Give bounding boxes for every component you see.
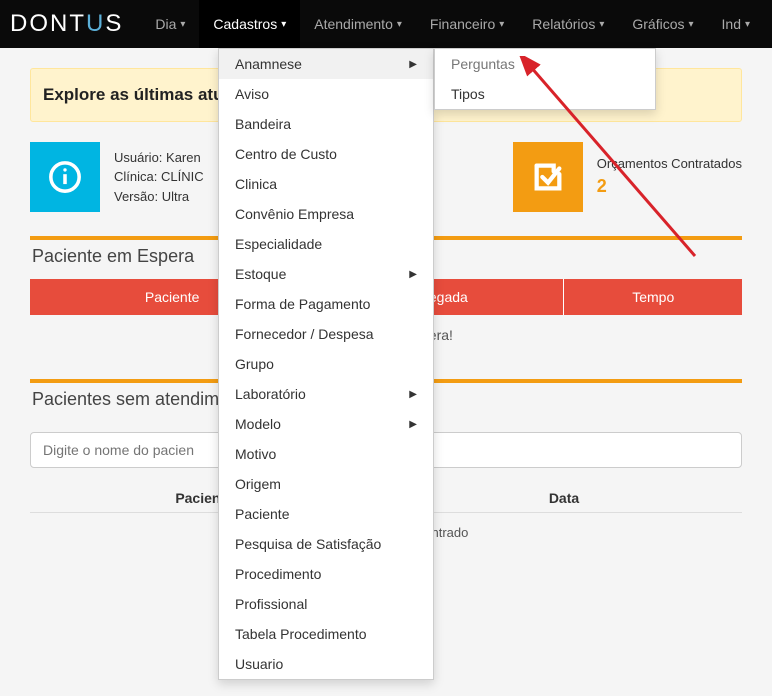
caret-down-icon: ▾ <box>180 19 185 30</box>
dropdown-item-label: Procedimento <box>235 566 321 582</box>
chevron-right-icon: ▶ <box>409 59 417 70</box>
dropdown-item-label: Pesquisa de Satisfação <box>235 536 381 552</box>
dropdown-item-label: Usuario <box>235 656 283 672</box>
orcamentos-card: Orçamentos Contratados 2 <box>513 142 742 212</box>
dropdown-item-label: Convênio Empresa <box>235 206 354 222</box>
nav-label: Cadastros <box>213 16 277 32</box>
dropdown-item-label: Modelo <box>235 416 281 432</box>
info-card-text: Usuário: Karen Clínica: CLÍNIC Versão: U… <box>114 148 204 207</box>
dropdown-item-paciente[interactable]: Paciente <box>219 499 433 529</box>
dropdown-cadastros[interactable]: Anamnese ▶ Aviso Bandeira Centro de Custo Cli… <box>218 48 434 680</box>
dropdown-item-label: Centro de Custo <box>235 146 337 162</box>
dropdown-item-profissional[interactable]: Profissional <box>219 589 433 619</box>
dropdown-item-label: Fornecedor / Despesa <box>235 326 374 342</box>
dropdown-item-laborat-rio[interactable]: Laboratório ▶ <box>219 379 433 409</box>
nav-item-ind[interactable]: Ind ▾ <box>708 0 765 48</box>
dropdown-item-label: Grupo <box>235 356 274 372</box>
dropdown-item-label: Forma de Pagamento <box>235 296 370 312</box>
dropdown-item-conv-nio-empresa[interactable]: Convênio Empresa <box>219 199 433 229</box>
nav-label: Atendimento <box>314 16 393 32</box>
caret-down-icon: ▾ <box>281 19 286 30</box>
dropdown-item-especialidade[interactable]: Especialidade <box>219 229 433 259</box>
chevron-right-icon: ▶ <box>409 389 417 400</box>
dropdown-item-tabela-procedimento[interactable]: Tabela Procedimento <box>219 619 433 649</box>
col-data: Data <box>386 490 742 506</box>
orcamentos-title: Orçamentos Contratados <box>597 154 742 174</box>
dropdown-item-fornecedor-despesa[interactable]: Fornecedor / Despesa <box>219 319 433 349</box>
nav-item-cadastros[interactable]: Cadastros ▾ <box>199 0 300 48</box>
info-user: Usuário: Karen <box>114 148 204 168</box>
dropdown-item-label: Bandeira <box>235 116 291 132</box>
chevron-right-icon: ▶ <box>409 269 417 280</box>
dropdown-item-procedimento[interactable]: Procedimento <box>219 559 433 589</box>
dropdown-item-origem[interactable]: Origem <box>219 469 433 499</box>
dropdown-item-bandeira[interactable]: Bandeira <box>219 109 433 139</box>
dropdown-item-label: Aviso <box>235 86 269 102</box>
dropdown-item-pesquisa-de-satisfa-o[interactable]: Pesquisa de Satisfação <box>219 529 433 559</box>
dropdown-item-forma-de-pagamento[interactable]: Forma de Pagamento <box>219 289 433 319</box>
nav-label: Ind <box>722 16 741 32</box>
chevron-right-icon: ▶ <box>409 419 417 430</box>
caret-down-icon: ▾ <box>397 19 402 30</box>
dropdown-item-label: Motivo <box>235 446 276 462</box>
info-card: Usuário: Karen Clínica: CLÍNIC Versão: U… <box>30 142 204 212</box>
dropdown-item-usuario[interactable]: Usuario <box>219 649 433 679</box>
dropdown-item-estoque[interactable]: Estoque ▶ <box>219 259 433 289</box>
info-icon <box>30 142 100 212</box>
dropdown-item-label: Tabela Procedimento <box>235 626 367 642</box>
nav-item-atendimento[interactable]: Atendimento ▾ <box>300 0 416 48</box>
brand-part2: S <box>105 10 123 37</box>
nav-item-gráficos[interactable]: Gráficos ▾ <box>618 0 707 48</box>
dropdown-item-clinica[interactable]: Clinica <box>219 169 433 199</box>
check-icon <box>513 142 583 212</box>
submenu-item-tipos[interactable]: Tipos <box>435 79 655 109</box>
info-clinic: Clínica: CLÍNIC <box>114 167 204 187</box>
orcamentos-text: Orçamentos Contratados 2 <box>597 154 742 201</box>
top-nav: DONTUS Dia▾Cadastros▾Atendimento▾Finance… <box>0 0 772 48</box>
caret-down-icon: ▾ <box>688 19 693 30</box>
dropdown-item-anamnese[interactable]: Anamnese ▶ <box>219 49 433 79</box>
submenu-anamnese[interactable]: PerguntasTipos <box>434 48 656 110</box>
dropdown-item-label: Profissional <box>235 596 307 612</box>
dropdown-item-label: Clinica <box>235 176 277 192</box>
brand-part1: DONT <box>10 10 86 37</box>
nav-item-dia[interactable]: Dia ▾ <box>141 0 199 48</box>
dropdown-item-label: Estoque <box>235 266 286 282</box>
orcamentos-value: 2 <box>597 173 742 200</box>
brand-logo: DONTUS <box>0 10 141 38</box>
dropdown-item-modelo[interactable]: Modelo ▶ <box>219 409 433 439</box>
col-tempo: Tempo <box>564 279 742 315</box>
dropdown-item-aviso[interactable]: Aviso <box>219 79 433 109</box>
dropdown-item-label: Anamnese <box>235 56 302 72</box>
dropdown-item-motivo[interactable]: Motivo <box>219 439 433 469</box>
caret-down-icon: ▾ <box>499 19 504 30</box>
nav-items: Dia▾Cadastros▾Atendimento▾Financeiro▾Rel… <box>141 0 764 48</box>
dropdown-item-grupo[interactable]: Grupo <box>219 349 433 379</box>
nav-label: Financeiro <box>430 16 495 32</box>
nav-item-financeiro[interactable]: Financeiro ▾ <box>416 0 518 48</box>
dropdown-item-label: Origem <box>235 476 281 492</box>
dropdown-item-label: Laboratório <box>235 386 306 402</box>
dropdown-item-label: Especialidade <box>235 236 322 252</box>
nav-label: Gráficos <box>632 16 684 32</box>
nav-label: Dia <box>155 16 176 32</box>
nav-label: Relatórios <box>532 16 595 32</box>
dropdown-item-centro-de-custo[interactable]: Centro de Custo <box>219 139 433 169</box>
submenu-item-perguntas[interactable]: Perguntas <box>435 49 655 79</box>
nav-item-relatórios[interactable]: Relatórios ▾ <box>518 0 618 48</box>
info-version: Versão: Ultra <box>114 187 204 207</box>
dropdown-item-label: Paciente <box>235 506 289 522</box>
caret-down-icon: ▾ <box>745 19 750 30</box>
caret-down-icon: ▾ <box>599 19 604 30</box>
brand-dot: U <box>86 10 105 37</box>
